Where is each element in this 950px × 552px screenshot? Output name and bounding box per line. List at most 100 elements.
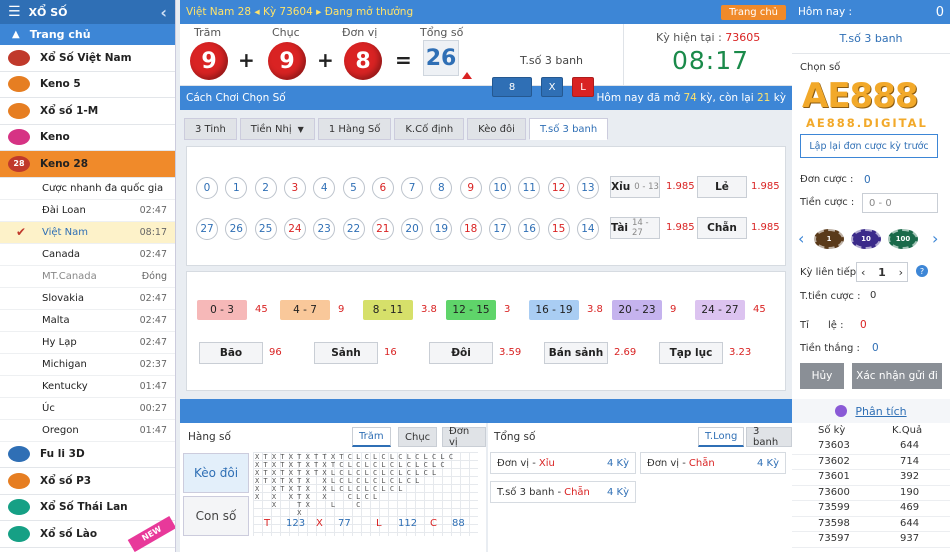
chan-button[interactable]: Chẵn (697, 217, 747, 239)
bet-chip[interactable]: 100 (888, 229, 918, 249)
number-ball[interactable]: 24 (283, 218, 306, 240)
chip-right-arrow-icon[interactable]: › (932, 229, 938, 248)
sidebar-subitem[interactable]: Canada 02:47 (0, 244, 175, 266)
number-ball[interactable]: 5 (342, 177, 365, 199)
number-ball[interactable]: 3 (283, 177, 306, 199)
number-ball[interactable]: 12 (547, 177, 570, 199)
total-bet-label: T.tiền cược : (800, 291, 861, 302)
tab-bet-type[interactable]: Kèo đôi (467, 118, 526, 140)
cancel-button[interactable]: Hủy (800, 363, 844, 389)
number-ball[interactable]: 10 (489, 177, 511, 199)
chevron-left-icon[interactable]: ‹ (861, 266, 865, 279)
sidebar-item[interactable]: Keno 5 (0, 71, 175, 98)
sidebar-subitem[interactable]: Slovakia 02:47 (0, 288, 175, 310)
help-icon[interactable]: ? (916, 265, 928, 277)
tab-hundreds[interactable]: Trăm (352, 427, 391, 447)
tab-tens[interactable]: Chục (398, 427, 438, 447)
special-button[interactable]: Đôi (429, 342, 493, 364)
number-ball[interactable]: 21 (371, 218, 394, 240)
tai-button[interactable]: Tài 14 - 27 (610, 217, 660, 239)
repeat-last-bet-button[interactable]: Lập lại đơn cược kỳ trước (800, 134, 938, 158)
number-ball[interactable]: 7 (401, 177, 424, 199)
history-result: 644 (900, 440, 920, 451)
number-ball[interactable]: 25 (254, 218, 277, 240)
sidebar-subitem[interactable]: Oregon 01:47 (0, 420, 175, 442)
number-ball[interactable]: 18 (459, 218, 482, 240)
number-ball[interactable]: 0 (196, 177, 218, 199)
streak-count: 4 Kỳ (606, 486, 629, 498)
con-so-option[interactable]: Con số (183, 496, 249, 536)
sidebar-subitem[interactable]: ✔ Việt Nam 08:17 (0, 221, 175, 244)
number-ball[interactable]: 16 (518, 218, 541, 240)
consecutive-stepper[interactable]: ‹ 1 › (856, 262, 908, 282)
number-ball[interactable]: 26 (225, 218, 248, 240)
stat-key: L (376, 518, 382, 529)
sidebar-subitem[interactable]: Hy Lạp 02:47 (0, 332, 175, 354)
number-ball[interactable]: 27 (196, 218, 218, 240)
number-ball[interactable]: 9 (459, 177, 482, 199)
special-button[interactable]: Bão (199, 342, 263, 364)
special-button[interactable]: Bán sảnh (544, 342, 608, 364)
number-ball[interactable]: 4 (313, 177, 336, 199)
keo-doi-option[interactable]: Kèo đôi (183, 453, 249, 493)
sidebar-subitem[interactable]: MT.Canada Đóng (0, 266, 175, 288)
tab-bet-type[interactable]: Tiền Nhị ▼ (239, 118, 315, 140)
chevron-right-icon[interactable]: › (899, 266, 903, 279)
sidebar-item[interactable]: Xổ Số Thái Lan (0, 494, 175, 521)
number-ball[interactable]: 2 (254, 177, 277, 199)
sidebar-home[interactable]: ▲ Trang chủ (0, 24, 175, 45)
sidebar-subitem[interactable]: Đài Loan 02:47 (0, 200, 175, 222)
le-button[interactable]: Lẻ (697, 176, 747, 198)
tab-bet-type[interactable]: 1 Hàng Số (317, 118, 392, 140)
sidebar-subitem[interactable]: Cược nhanh đa quốc gia (0, 178, 175, 200)
bet-chip[interactable]: 1 (814, 229, 844, 249)
number-ball[interactable]: 19 (430, 218, 453, 240)
home-button[interactable]: Trang chủ (721, 4, 786, 20)
range-button[interactable]: 4 - 7 (280, 300, 330, 320)
tab-bet-type[interactable]: 3 Tinh (184, 118, 237, 140)
tab-bet-type[interactable]: T.số 3 banh (528, 118, 609, 140)
range-button[interactable]: 8 - 11 (363, 300, 413, 320)
sidebar-item[interactable]: Keno (0, 124, 175, 151)
tab-tlong[interactable]: T.Long (698, 427, 745, 447)
chip-left-arrow-icon[interactable]: ‹ (798, 229, 804, 248)
sidebar-item[interactable]: Xổ số 1-M (0, 98, 175, 125)
number-ball[interactable]: 11 (518, 177, 541, 199)
number-ball[interactable]: 20 (401, 218, 424, 240)
number-ball[interactable]: 14 (576, 218, 599, 240)
bet-chip[interactable]: 10 (851, 229, 881, 249)
analysis-link[interactable]: Phân tích (792, 399, 950, 423)
number-ball[interactable]: 13 (576, 177, 599, 199)
special-button[interactable]: Tạp lục (659, 342, 723, 364)
sidebar-subitem[interactable]: Michigan 02:37 (0, 354, 175, 376)
sidebar-item[interactable]: Xổ số P3 (0, 468, 175, 495)
number-ball[interactable]: 17 (489, 218, 511, 240)
sidebar-subitem[interactable]: Kentucky 01:47 (0, 376, 175, 398)
sidebar-item-keno28[interactable]: 28 Keno 28 (0, 151, 175, 178)
menu-icon[interactable]: ☰ (8, 4, 21, 20)
number-ball[interactable]: 23 (313, 218, 336, 240)
range-button[interactable]: 0 - 3 (197, 300, 247, 320)
range-button[interactable]: 20 - 23 (612, 300, 662, 320)
number-ball[interactable]: 8 (430, 177, 453, 199)
number-ball[interactable]: 1 (225, 177, 248, 199)
number-ball[interactable]: 6 (371, 177, 394, 199)
tab-3banh[interactable]: 3 banh (746, 426, 792, 448)
amount-input[interactable]: 0 - 0 (862, 193, 938, 213)
sidebar-subitem[interactable]: Malta 02:47 (0, 310, 175, 332)
special-button[interactable]: Sảnh (314, 342, 378, 364)
tab-units[interactable]: Đơn vị (442, 426, 486, 448)
sidebar-subitem[interactable]: Úc 00:27 (0, 398, 175, 420)
confirm-button[interactable]: Xác nhận gửi đi (852, 363, 942, 389)
number-ball[interactable]: 15 (547, 218, 570, 240)
history-period: 73597 (818, 533, 850, 544)
collapse-icon[interactable]: ‹ (160, 3, 167, 22)
xiu-button[interactable]: Xỉu 0 - 13 (610, 176, 660, 198)
sidebar-item[interactable]: Fu li 3D (0, 441, 175, 468)
range-button[interactable]: 12 - 15 (446, 300, 496, 320)
range-button[interactable]: 16 - 19 (529, 300, 579, 320)
sidebar-item[interactable]: Xổ Số Việt Nam (0, 45, 175, 72)
range-button[interactable]: 24 - 27 (695, 300, 745, 320)
tab-bet-type[interactable]: K.Cố định (394, 118, 465, 140)
number-ball[interactable]: 22 (342, 218, 365, 240)
